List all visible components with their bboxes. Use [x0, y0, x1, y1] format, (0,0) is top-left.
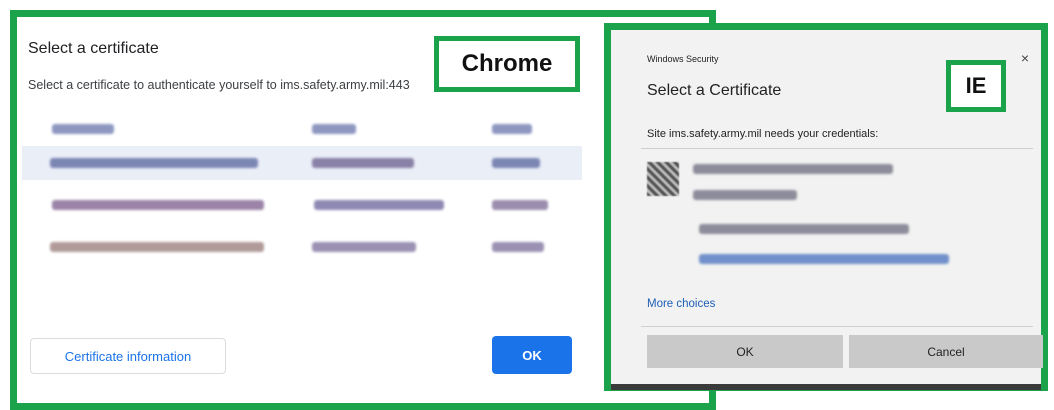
certificate-information-button[interactable]: Certificate information: [30, 338, 226, 374]
close-icon[interactable]: ×: [1021, 50, 1029, 66]
certificate-row[interactable]: [22, 188, 582, 222]
site-credentials-text: Site ims.safety.army.mil needs your cred…: [647, 128, 879, 140]
ie-label: IE: [946, 60, 1006, 112]
more-choices-link[interactable]: More choices: [647, 298, 715, 310]
certificate-row[interactable]: [22, 146, 582, 180]
ok-button[interactable]: OK: [647, 335, 843, 368]
cancel-button[interactable]: Cancel: [849, 335, 1043, 368]
certificate-icon: [647, 162, 679, 196]
chrome-dialog-subtitle: Select a certificate to authenticate you…: [28, 78, 410, 92]
chrome-dialog-title: Select a certificate: [28, 40, 159, 57]
certificate-list-header: [22, 112, 582, 146]
background-strip: [611, 384, 1041, 390]
ok-button[interactable]: OK: [492, 336, 572, 374]
certificate-list[interactable]: [22, 112, 582, 264]
divider: [641, 326, 1033, 327]
window-title: Windows Security: [647, 54, 719, 64]
divider: [641, 148, 1033, 149]
chrome-label: Chrome: [434, 36, 580, 92]
ie-dialog-title: Select a Certificate: [647, 82, 782, 99]
certificate-row[interactable]: [22, 230, 582, 264]
